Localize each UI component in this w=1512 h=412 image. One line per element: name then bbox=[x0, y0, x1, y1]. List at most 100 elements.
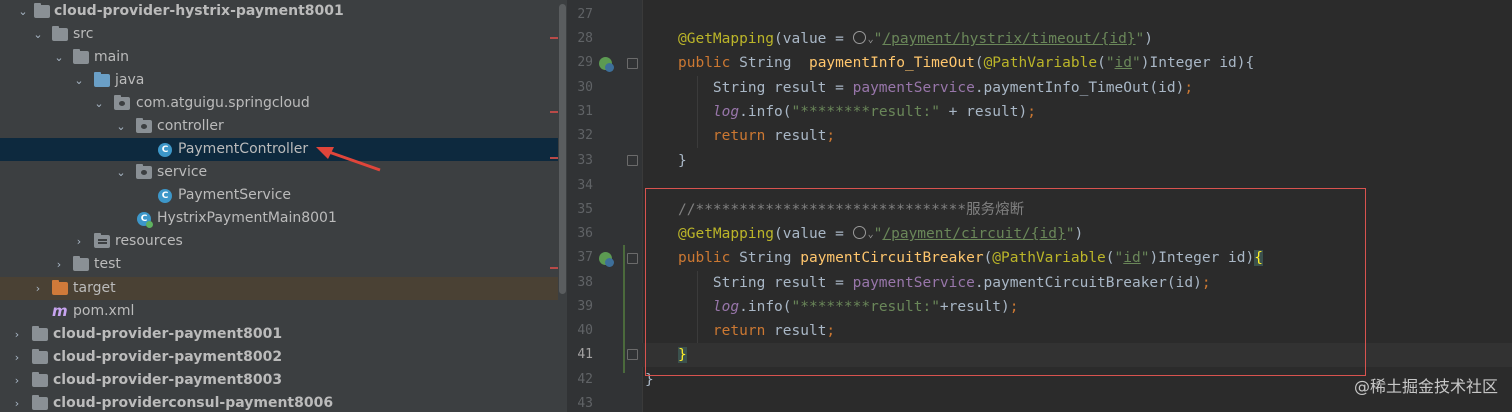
code-line[interactable]: @GetMapping(value = ⌄"/payment/hystrix/t… bbox=[642, 27, 1512, 51]
watermark: @稀土掘金技术社区 bbox=[1353, 377, 1498, 396]
fold-marker-icon[interactable] bbox=[627, 58, 638, 69]
line-number: 29 bbox=[577, 55, 593, 70]
spring-request-mapping-icon[interactable] bbox=[599, 57, 614, 72]
code-line-text: public String paymentInfo_TimeOut(@PathV… bbox=[678, 55, 1255, 71]
tree-item-label: target bbox=[73, 280, 116, 296]
spring-request-mapping-icon[interactable] bbox=[599, 252, 614, 267]
tree-item-service[interactable]: ⌄ service bbox=[0, 161, 567, 184]
maven-icon: m bbox=[52, 302, 68, 320]
tree-item-module-hystrix-payment8001[interactable]: ⌄ cloud-provider-hystrix-payment8001 bbox=[0, 0, 567, 23]
line-number: 32 bbox=[577, 128, 593, 143]
tree-item-module-consul8006[interactable]: › cloud-providerconsul-payment8006 bbox=[0, 392, 567, 412]
tree-item-label: pom.xml bbox=[73, 303, 135, 319]
code-line[interactable]: log.info("********result:" + result); bbox=[642, 100, 1512, 124]
tree-item-label: resources bbox=[115, 233, 183, 249]
chevron-right-icon[interactable]: › bbox=[10, 346, 24, 369]
tree-item-main[interactable]: ⌄ main bbox=[0, 46, 567, 69]
tree-item-label: main bbox=[94, 49, 129, 65]
tree-item-module-payment8002[interactable]: › cloud-provider-payment8002 bbox=[0, 346, 567, 369]
line-number: 38 bbox=[577, 275, 593, 290]
fold-marker-icon[interactable] bbox=[627, 349, 638, 360]
chevron-down-icon[interactable]: ⌄ bbox=[16, 0, 30, 23]
chevron-down-icon[interactable]: ⌄ bbox=[92, 92, 106, 115]
chevron-right-icon[interactable]: › bbox=[10, 323, 24, 346]
tree-item-label: test bbox=[94, 256, 121, 272]
chevron-down-icon[interactable]: ⌄ bbox=[31, 23, 45, 46]
module-folder-icon bbox=[32, 349, 48, 364]
line-number: 39 bbox=[577, 299, 593, 314]
folder-icon bbox=[52, 26, 68, 41]
chevron-right-icon[interactable]: › bbox=[10, 392, 24, 412]
code-line-text: } bbox=[678, 153, 687, 169]
tree-item-label: HystrixPaymentMain8001 bbox=[157, 210, 337, 226]
line-number: 31 bbox=[577, 104, 593, 119]
tree-item-resources[interactable]: › resources bbox=[0, 230, 567, 253]
class-icon: C bbox=[158, 189, 172, 203]
package-icon bbox=[136, 118, 152, 133]
line-number: 43 bbox=[577, 396, 593, 411]
tree-item-pom[interactable]: m pom.xml bbox=[0, 300, 567, 323]
tree-item-label: controller bbox=[157, 118, 224, 134]
tree-item-controller[interactable]: ⌄ controller bbox=[0, 115, 567, 138]
chevron-down-icon[interactable]: ⌄ bbox=[72, 69, 86, 92]
tree-item-module-payment8001[interactable]: › cloud-provider-payment8001 bbox=[0, 323, 567, 346]
scrollbar-thumb[interactable] bbox=[559, 4, 566, 294]
tree-item-src[interactable]: ⌄ src bbox=[0, 23, 567, 46]
tree-item-payment-controller[interactable]: C PaymentController bbox=[0, 138, 567, 161]
folder-icon bbox=[73, 256, 89, 271]
tree-item-payment-service[interactable]: C PaymentService bbox=[0, 184, 567, 207]
class-icon: C bbox=[158, 143, 172, 157]
tree-item-module-payment8003[interactable]: › cloud-provider-payment8003 bbox=[0, 369, 567, 392]
tree-item-package[interactable]: ⌄ com.atguigu.springcloud bbox=[0, 92, 567, 115]
code-line-text: return result; bbox=[712, 128, 836, 144]
chevron-right-icon[interactable]: › bbox=[52, 253, 66, 276]
project-tree-panel: ⌄ cloud-provider-hystrix-payment8001 ⌄ s… bbox=[0, 0, 567, 412]
line-number: 40 bbox=[577, 323, 593, 338]
source-folder-icon bbox=[94, 72, 110, 87]
module-folder-icon bbox=[32, 326, 48, 341]
tree-item-label: com.atguigu.springcloud bbox=[136, 95, 310, 111]
line-number: 36 bbox=[577, 226, 593, 241]
code-line[interactable]: } bbox=[642, 149, 1512, 173]
tree-item-hystrix-main[interactable]: C HystrixPaymentMain8001 bbox=[0, 207, 567, 230]
line-number: 28 bbox=[577, 31, 593, 46]
highlight-box bbox=[645, 188, 1366, 376]
editor-gutter[interactable]: 27 28 29 30 31 32 33 34 35 36 37 38 39 4… bbox=[567, 0, 643, 412]
tree-item-label: PaymentService bbox=[178, 187, 292, 203]
tree-scrollbar[interactable] bbox=[558, 0, 567, 412]
tree-item-target[interactable]: › target bbox=[0, 277, 567, 300]
line-number: 35 bbox=[577, 202, 593, 217]
fold-marker-icon[interactable] bbox=[627, 253, 638, 264]
chevron-down-icon[interactable]: ⌄ bbox=[114, 161, 128, 184]
code-line[interactable]: String result = paymentService.paymentIn… bbox=[642, 76, 1512, 100]
tree-item-label: cloud-provider-payment8002 bbox=[53, 349, 283, 365]
line-number: 42 bbox=[577, 372, 593, 387]
code-line-text: @GetMapping(value = ⌄"/payment/hystrix/t… bbox=[678, 31, 1154, 47]
code-line[interactable]: public String paymentInfo_TimeOut(@PathV… bbox=[642, 51, 1512, 75]
line-number: 27 bbox=[577, 7, 593, 22]
globe-icon[interactable] bbox=[852, 31, 866, 44]
chevron-down-icon[interactable]: ⌄ bbox=[52, 46, 66, 69]
code-line[interactable]: return result; bbox=[642, 124, 1512, 148]
excluded-folder-icon bbox=[52, 280, 68, 295]
code-line[interactable] bbox=[642, 3, 1512, 27]
vcs-change-marker[interactable] bbox=[623, 245, 625, 373]
line-number: 34 bbox=[577, 178, 593, 193]
module-folder-icon bbox=[32, 395, 48, 410]
main-class-icon: C bbox=[137, 212, 153, 228]
tree-item-java[interactable]: ⌄ java bbox=[0, 69, 567, 92]
package-icon bbox=[136, 164, 152, 179]
tree-item-label: java bbox=[115, 72, 145, 88]
resources-folder-icon bbox=[94, 233, 110, 248]
chevron-right-icon[interactable]: › bbox=[31, 277, 45, 300]
chevron-down-icon[interactable]: ⌄ bbox=[114, 115, 128, 138]
chevron-right-icon[interactable]: › bbox=[10, 369, 24, 392]
tree-item-test[interactable]: › test bbox=[0, 253, 567, 276]
tree-item-label: src bbox=[73, 26, 94, 42]
module-folder-icon bbox=[34, 3, 50, 18]
line-number: 33 bbox=[577, 153, 593, 168]
module-folder-icon bbox=[32, 372, 48, 387]
folder-icon bbox=[73, 49, 89, 64]
chevron-right-icon[interactable]: › bbox=[72, 230, 86, 253]
fold-marker-icon[interactable] bbox=[627, 155, 638, 166]
